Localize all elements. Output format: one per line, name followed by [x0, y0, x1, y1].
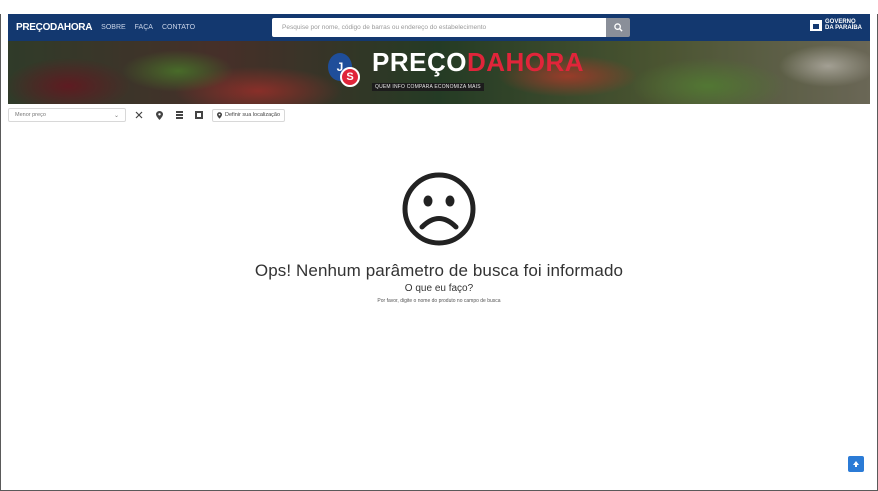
- preco-da-hora-logo[interactable]: J S PREÇODAHORA QUEM INFO COMPARA ECONOM…: [328, 49, 584, 93]
- list-icon: [175, 111, 183, 119]
- location-button[interactable]: [152, 108, 166, 122]
- logo-s-circle: S: [340, 67, 360, 87]
- empty-state-subtitle: O que eu faço?: [404, 283, 474, 294]
- search-button[interactable]: [606, 18, 630, 37]
- empty-state-hint: Por favor, digite o nome do produto no c…: [377, 298, 501, 304]
- map-pin-icon: [217, 111, 222, 119]
- chevron-down-icon: ⌄: [113, 112, 119, 119]
- logo-dahora: DAHORA: [466, 47, 585, 77]
- top-navbar: PREÇODAHORA SOBRE FAÇA CONTATO GOVERNO D…: [8, 14, 870, 41]
- logo-text: PREÇODAHORA QUEM INFO COMPARA ECONOMIZA …: [372, 49, 584, 93]
- sad-face-icon: [402, 172, 476, 246]
- nav-link-faca[interactable]: FAÇA: [135, 24, 153, 31]
- empty-state-title: Ops! Nenhum parâmetro de busca foi infor…: [254, 261, 624, 280]
- government-logo[interactable]: GOVERNO DA PARAÍBA: [810, 19, 862, 31]
- logo-icon: J S: [328, 53, 362, 89]
- logo-tagline: QUEM INFO COMPARA ECONOMIZA MAIS: [372, 83, 484, 91]
- logo-preco: PREÇO: [372, 47, 467, 77]
- sort-select-value: Menor preço: [15, 112, 46, 118]
- search-bar: [272, 18, 630, 37]
- window-top-margin: [0, 0, 878, 14]
- set-location-button[interactable]: Definir sua localização: [212, 108, 286, 122]
- grid-icon: [195, 111, 203, 119]
- government-emblem-icon: [810, 19, 822, 31]
- scroll-to-top-button[interactable]: [848, 456, 864, 472]
- empty-state: Ops! Nenhum parâmetro de busca foi infor…: [0, 170, 878, 304]
- search-input[interactable]: [272, 18, 606, 37]
- set-location-label: Definir sua localização: [225, 112, 281, 118]
- brand-link[interactable]: PREÇODAHORA: [16, 22, 92, 33]
- arrow-up-icon: [853, 461, 859, 467]
- grid-view-button[interactable]: [192, 108, 206, 122]
- search-icon: [613, 23, 623, 32]
- header-banner: J S PREÇODAHORA QUEM INFO COMPARA ECONOM…: [8, 41, 870, 104]
- gov-text-line2: DA PARAÍBA: [825, 25, 862, 31]
- nav-link-sobre[interactable]: SOBRE: [101, 24, 126, 31]
- map-pin-icon: [155, 110, 163, 120]
- clear-filters-button[interactable]: [132, 108, 146, 122]
- close-icon: [135, 111, 143, 119]
- logo-wordmark: PREÇODAHORA: [372, 49, 584, 75]
- sort-select[interactable]: Menor preço ⌄: [8, 108, 126, 122]
- results-toolbar: Menor preço ⌄ Definir sua localização: [8, 107, 286, 123]
- nav-link-contato[interactable]: CONTATO: [162, 24, 195, 31]
- list-view-button[interactable]: [172, 108, 186, 122]
